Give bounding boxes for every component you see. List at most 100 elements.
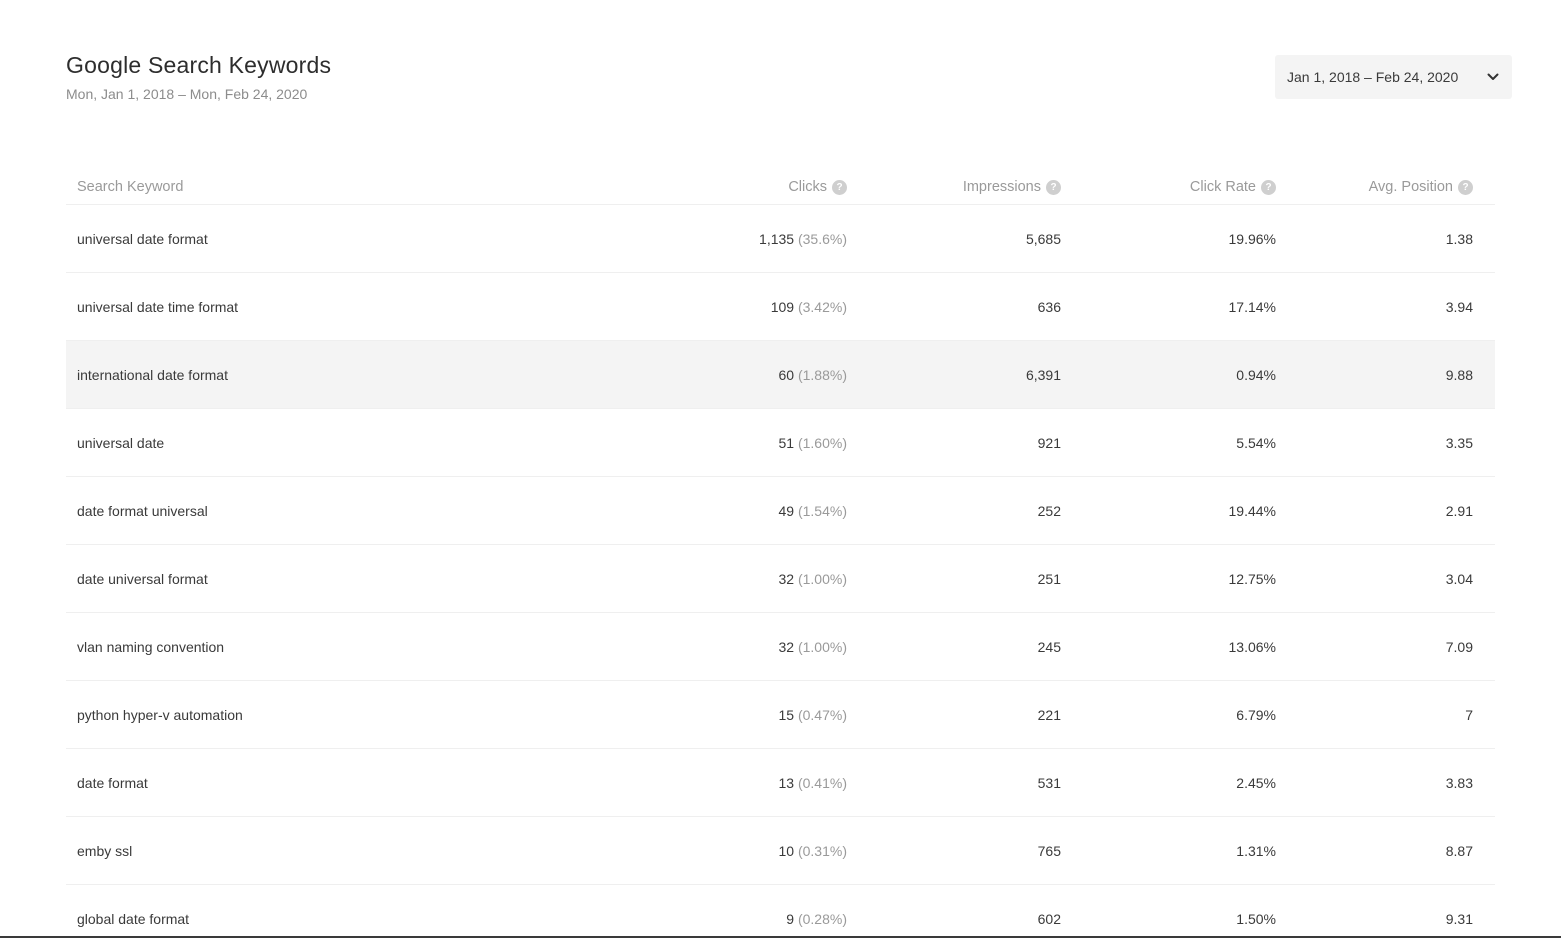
clicks-cell: 13 (0.41%) bbox=[677, 774, 848, 791]
column-header-keyword[interactable]: Search Keyword bbox=[66, 179, 677, 195]
table-header: Search Keyword Clicks? Impressions? Clic… bbox=[66, 170, 1495, 205]
impressions-cell: 765 bbox=[1037, 842, 1061, 859]
avg-position-cell: 2.91 bbox=[1445, 502, 1473, 519]
clicks-percent: (1.54%) bbox=[797, 502, 847, 519]
clicks-percent: (0.41%) bbox=[797, 774, 847, 791]
click-rate-cell: 1.50% bbox=[1236, 910, 1276, 927]
table-row[interactable]: date universal format 32 (1.00%) 251 12.… bbox=[66, 545, 1495, 613]
clicks-percent: (0.47%) bbox=[797, 706, 847, 723]
avg-position-cell: 3.83 bbox=[1445, 774, 1473, 791]
clicks-percent: (35.6%) bbox=[797, 230, 847, 247]
column-header-clicks-label: Clicks bbox=[788, 179, 827, 195]
avg-position-cell: 3.35 bbox=[1445, 434, 1473, 451]
clicks-value: 1,135 bbox=[759, 230, 795, 247]
avg-position-cell: 3.94 bbox=[1445, 298, 1473, 315]
table-row[interactable]: emby ssl 10 (0.31%) 765 1.31% 8.87 bbox=[66, 817, 1495, 885]
avg-position-cell: 9.88 bbox=[1445, 366, 1473, 383]
keyword-cell: universal date format bbox=[77, 230, 208, 247]
keyword-cell: universal date bbox=[77, 434, 165, 451]
avg-position-cell: 7 bbox=[1465, 706, 1473, 723]
date-range-dropdown[interactable]: Jan 1, 2018 – Feb 24, 2020 bbox=[1275, 55, 1512, 99]
help-circle-icon[interactable]: ? bbox=[832, 179, 847, 195]
clicks-cell: 10 (0.31%) bbox=[677, 842, 848, 859]
click-rate-cell: 5.54% bbox=[1236, 434, 1276, 451]
column-header-impressions-label: Impressions bbox=[962, 179, 1041, 195]
clicks-value: 15 bbox=[778, 706, 795, 723]
table-row[interactable]: global date format 9 (0.28%) 602 1.50% 9… bbox=[66, 885, 1495, 938]
clicks-cell: 1,135 (35.6%) bbox=[677, 231, 847, 247]
clicks-value: 109 bbox=[770, 298, 795, 315]
click-rate-cell: 1.31% bbox=[1236, 842, 1276, 859]
avg-position-cell: 9.31 bbox=[1445, 910, 1473, 927]
column-header-clicks[interactable]: Clicks? bbox=[788, 179, 847, 195]
clicks-cell: 9 (0.28%) bbox=[677, 911, 847, 927]
keyword-cell: date universal format bbox=[77, 570, 208, 587]
keywords-panel: Google Search Keywords Mon, Jan 1, 2018 … bbox=[0, 0, 1561, 938]
clicks-cell: 32 (1.00%) bbox=[677, 638, 848, 655]
impressions-cell: 531 bbox=[1037, 774, 1061, 791]
click-rate-cell: 13.06% bbox=[1228, 638, 1276, 655]
clicks-cell: 60 (1.88%) bbox=[677, 366, 848, 383]
keyword-cell: vlan naming convention bbox=[77, 638, 225, 655]
clicks-percent: (0.31%) bbox=[797, 842, 847, 859]
impressions-cell: 6,391 bbox=[1025, 366, 1061, 383]
impressions-cell: 636 bbox=[1037, 298, 1061, 315]
keyword-cell: global date format bbox=[77, 910, 190, 927]
table-row[interactable]: universal date format 1,135 (35.6%) 5,68… bbox=[66, 205, 1495, 273]
table-row[interactable]: date format universal 49 (1.54%) 252 19.… bbox=[66, 477, 1495, 545]
keyword-cell: international date format bbox=[77, 366, 228, 383]
impressions-cell: 221 bbox=[1037, 706, 1061, 723]
chevron-down-icon bbox=[1486, 70, 1500, 84]
help-circle-icon[interactable]: ? bbox=[1046, 179, 1061, 195]
column-header-avg-position[interactable]: Avg. Position? bbox=[1369, 179, 1473, 195]
click-rate-cell: 17.14% bbox=[1228, 298, 1276, 315]
column-header-avg-position-label: Avg. Position bbox=[1368, 179, 1453, 195]
keyword-cell: python hyper-v automation bbox=[77, 706, 243, 723]
keyword-cell: emby ssl bbox=[77, 842, 133, 859]
impressions-cell: 245 bbox=[1037, 638, 1061, 655]
click-rate-cell: 6.79% bbox=[1236, 706, 1276, 723]
click-rate-cell: 12.75% bbox=[1228, 570, 1276, 587]
clicks-cell: 49 (1.54%) bbox=[677, 502, 848, 519]
clicks-percent: (1.00%) bbox=[797, 570, 847, 587]
impressions-cell: 252 bbox=[1037, 502, 1061, 519]
keyword-cell: date format bbox=[77, 774, 148, 791]
table-row[interactable]: date format 13 (0.41%) 531 2.45% 3.83 bbox=[66, 749, 1495, 817]
table-row[interactable]: universal date 51 (1.60%) 921 5.54% 3.35 bbox=[66, 409, 1495, 477]
column-header-click-rate-label: Click Rate bbox=[1189, 179, 1256, 195]
avg-position-cell: 3.04 bbox=[1445, 570, 1473, 587]
avg-position-cell: 1.38 bbox=[1445, 230, 1473, 247]
clicks-value: 9 bbox=[786, 910, 795, 927]
date-range-subtitle: Mon, Jan 1, 2018 – Mon, Feb 24, 2020 bbox=[66, 86, 308, 102]
impressions-cell: 5,685 bbox=[1025, 230, 1061, 247]
help-circle-icon[interactable]: ? bbox=[1458, 179, 1473, 195]
column-header-click-rate[interactable]: Click Rate? bbox=[1190, 179, 1276, 195]
clicks-percent: (3.42%) bbox=[797, 298, 847, 315]
table-row[interactable]: python hyper-v automation 15 (0.47%) 221… bbox=[66, 681, 1495, 749]
clicks-cell: 51 (1.60%) bbox=[677, 434, 848, 451]
clicks-percent: (1.00%) bbox=[797, 638, 847, 655]
table-row[interactable]: universal date time format 109 (3.42%) 6… bbox=[66, 273, 1495, 341]
clicks-value: 10 bbox=[778, 842, 795, 859]
clicks-value: 13 bbox=[778, 774, 795, 791]
clicks-value: 32 bbox=[778, 638, 795, 655]
table-row[interactable]: international date format 60 (1.88%) 6,3… bbox=[66, 341, 1495, 409]
help-circle-icon[interactable]: ? bbox=[1261, 179, 1276, 195]
keywords-table: Search Keyword Clicks? Impressions? Clic… bbox=[66, 170, 1495, 938]
clicks-percent: (1.88%) bbox=[797, 366, 847, 383]
avg-position-cell: 7.09 bbox=[1445, 638, 1473, 655]
column-header-impressions[interactable]: Impressions? bbox=[963, 179, 1061, 195]
click-rate-cell: 0.94% bbox=[1236, 366, 1276, 383]
table-row[interactable]: vlan naming convention 32 (1.00%) 245 13… bbox=[66, 613, 1495, 681]
clicks-value: 51 bbox=[778, 434, 795, 451]
date-range-value: Jan 1, 2018 – Feb 24, 2020 bbox=[1287, 69, 1459, 85]
click-rate-cell: 19.44% bbox=[1228, 502, 1276, 519]
click-rate-cell: 19.96% bbox=[1228, 230, 1276, 247]
impressions-cell: 921 bbox=[1037, 434, 1061, 451]
clicks-percent: (1.60%) bbox=[797, 434, 847, 451]
clicks-cell: 32 (1.00%) bbox=[677, 570, 848, 587]
clicks-value: 60 bbox=[778, 366, 795, 383]
keyword-cell: universal date time format bbox=[77, 298, 239, 315]
click-rate-cell: 2.45% bbox=[1236, 774, 1276, 791]
impressions-cell: 602 bbox=[1037, 910, 1061, 927]
